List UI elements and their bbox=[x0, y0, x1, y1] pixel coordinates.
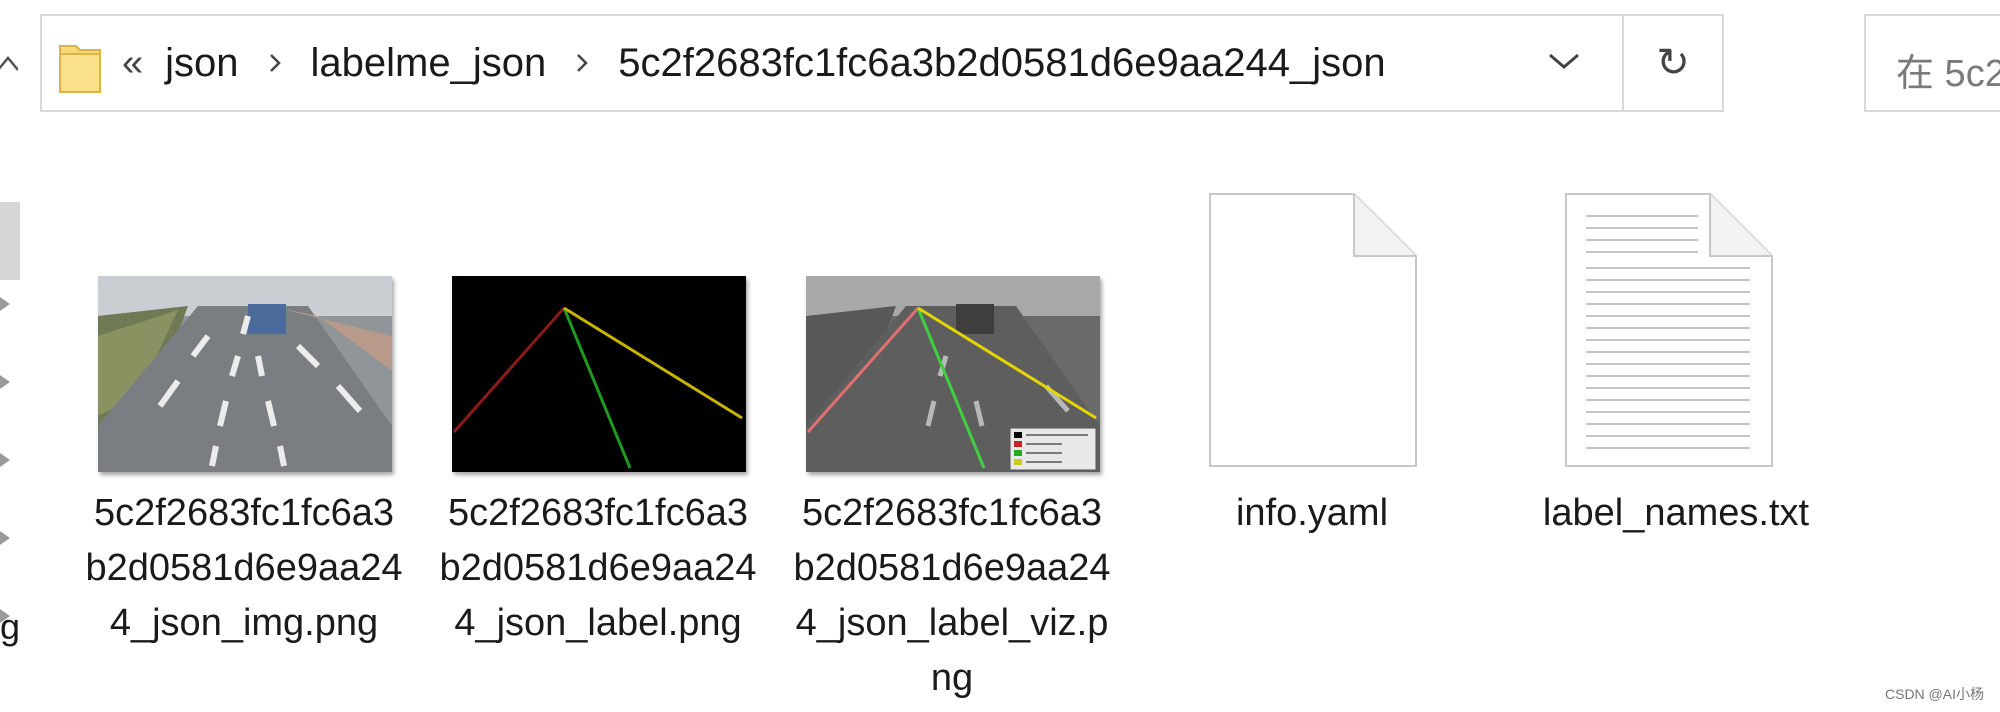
search-placeholder: 在 5c2 bbox=[1896, 53, 2000, 95]
file-name[interactable]: 5c2f2683fc1fc6a3b2d0581d6e9aa244_json_la… bbox=[792, 486, 1112, 706]
breadcrumb-item-json[interactable]: json bbox=[165, 41, 238, 86]
file-name[interactable]: info.yaml bbox=[1152, 486, 1472, 541]
breadcrumb-item-current-folder[interactable]: 5c2f2683fc1fc6a3b2d0581d6e9aa244_json bbox=[618, 41, 1385, 86]
chevron-down-icon bbox=[1547, 51, 1581, 76]
expand-arrow-icon[interactable] bbox=[0, 372, 12, 392]
search-input[interactable]: 在 5c2 bbox=[1864, 14, 2000, 112]
refresh-icon: ↻ bbox=[1656, 41, 1690, 85]
navigation-item-label[interactable]: g bbox=[0, 606, 20, 648]
up-arrow-icon[interactable] bbox=[0, 40, 19, 80]
address-history-dropdown[interactable] bbox=[1524, 16, 1604, 110]
chevron-right-icon[interactable] bbox=[574, 51, 590, 75]
file-name[interactable]: label_names.txt bbox=[1516, 486, 1836, 541]
blank-document-icon bbox=[1208, 192, 1418, 473]
refresh-button[interactable]: ↻ bbox=[1622, 16, 1722, 110]
expand-arrow-icon[interactable] bbox=[0, 294, 12, 314]
folder-icon bbox=[58, 40, 102, 94]
watermark: CSDN @AI小杨 bbox=[1885, 686, 1984, 702]
road-photo-thumbnail bbox=[98, 276, 392, 472]
label-mask-thumbnail bbox=[452, 276, 746, 472]
address-bar[interactable]: « json labelme_json 5c2f2683fc1fc6a3b2d0… bbox=[40, 14, 1724, 112]
file-name[interactable]: 5c2f2683fc1fc6a3b2d0581d6e9aa244_json_la… bbox=[438, 486, 758, 651]
file-name[interactable]: 5c2f2683fc1fc6a3b2d0581d6e9aa244_json_im… bbox=[84, 486, 404, 651]
expand-arrow-icon[interactable] bbox=[0, 528, 12, 548]
breadcrumb-overflow[interactable]: « bbox=[122, 42, 143, 85]
expand-arrow-icon[interactable] bbox=[0, 450, 12, 470]
chevron-right-icon[interactable] bbox=[267, 51, 283, 75]
label-overlay-thumbnail bbox=[806, 276, 1100, 472]
navigation-scrollbar-thumb[interactable] bbox=[0, 202, 20, 280]
text-document-icon bbox=[1564, 192, 1774, 473]
breadcrumb-item-labelme-json[interactable]: labelme_json bbox=[311, 41, 547, 86]
breadcrumb: « json labelme_json 5c2f2683fc1fc6a3b2d0… bbox=[122, 16, 1386, 110]
